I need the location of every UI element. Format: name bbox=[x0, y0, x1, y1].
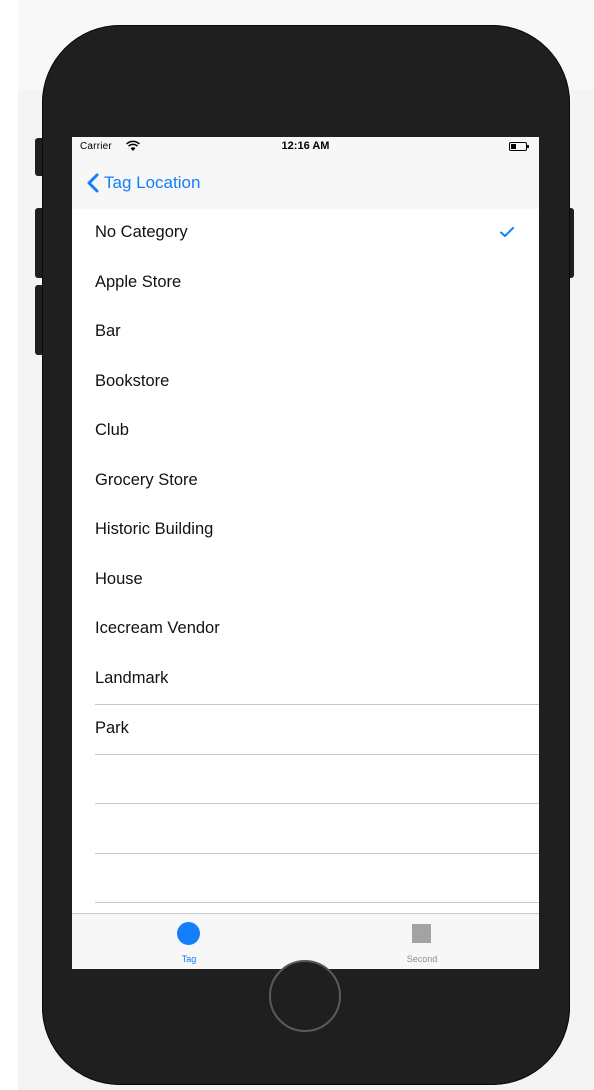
category-label: Grocery Store bbox=[95, 470, 198, 489]
row-separator bbox=[95, 803, 539, 804]
category-row[interactable]: Apple Store bbox=[72, 259, 539, 309]
category-label: Club bbox=[95, 421, 129, 439]
back-button[interactable]: Tag Location bbox=[86, 171, 200, 195]
navigation-bar: Tag Location bbox=[72, 157, 539, 209]
category-label: Historic Building bbox=[95, 520, 214, 538]
category-row[interactable]: Club bbox=[72, 407, 539, 457]
square-icon bbox=[412, 924, 431, 943]
tab-label: Second bbox=[406, 954, 438, 964]
category-row[interactable]: Bookstore bbox=[72, 358, 539, 408]
category-row[interactable]: Landmark bbox=[72, 655, 539, 705]
category-label: Bookstore bbox=[95, 371, 170, 390]
category-row[interactable]: No Category bbox=[72, 209, 539, 259]
row-separator bbox=[95, 753, 539, 755]
tab-second[interactable]: Second bbox=[362, 914, 482, 969]
chevron-left-icon bbox=[87, 173, 99, 193]
status-bar: Carrier 12:16 AM bbox=[72, 137, 539, 157]
row-separator bbox=[95, 902, 539, 903]
row-separator bbox=[95, 852, 539, 854]
circle-icon bbox=[177, 922, 200, 945]
category-row[interactable]: Historic Building bbox=[72, 506, 539, 556]
category-row[interactable]: House bbox=[72, 556, 539, 606]
category-row[interactable]: Bar bbox=[72, 308, 539, 358]
category-label: House bbox=[95, 569, 143, 588]
category-label: Apple Store bbox=[95, 272, 182, 291]
category-row[interactable]: Icecream Vendor bbox=[72, 605, 539, 655]
tab-label: Tag bbox=[181, 954, 197, 964]
device-screen: Carrier 12:16 AM Tag Location No Categor… bbox=[72, 137, 539, 969]
category-label: No Category bbox=[95, 223, 188, 241]
category-label: Bar bbox=[95, 322, 121, 340]
category-label: Icecream Vendor bbox=[95, 619, 220, 637]
status-time: 12:16 AM bbox=[281, 140, 330, 152]
tab-tag[interactable]: Tag bbox=[129, 914, 249, 969]
category-label: Landmark bbox=[95, 668, 169, 687]
category-label: Park bbox=[95, 718, 129, 737]
category-row[interactable]: Park bbox=[72, 705, 539, 755]
category-table: No Category Apple Store Bar Bookstore Cl… bbox=[72, 209, 539, 917]
back-button-label: Tag Location bbox=[104, 173, 201, 192]
checkmark-icon bbox=[500, 227, 514, 237]
battery-icon bbox=[509, 142, 529, 151]
category-row[interactable]: Grocery Store bbox=[72, 457, 539, 507]
home-button[interactable] bbox=[269, 960, 341, 1032]
